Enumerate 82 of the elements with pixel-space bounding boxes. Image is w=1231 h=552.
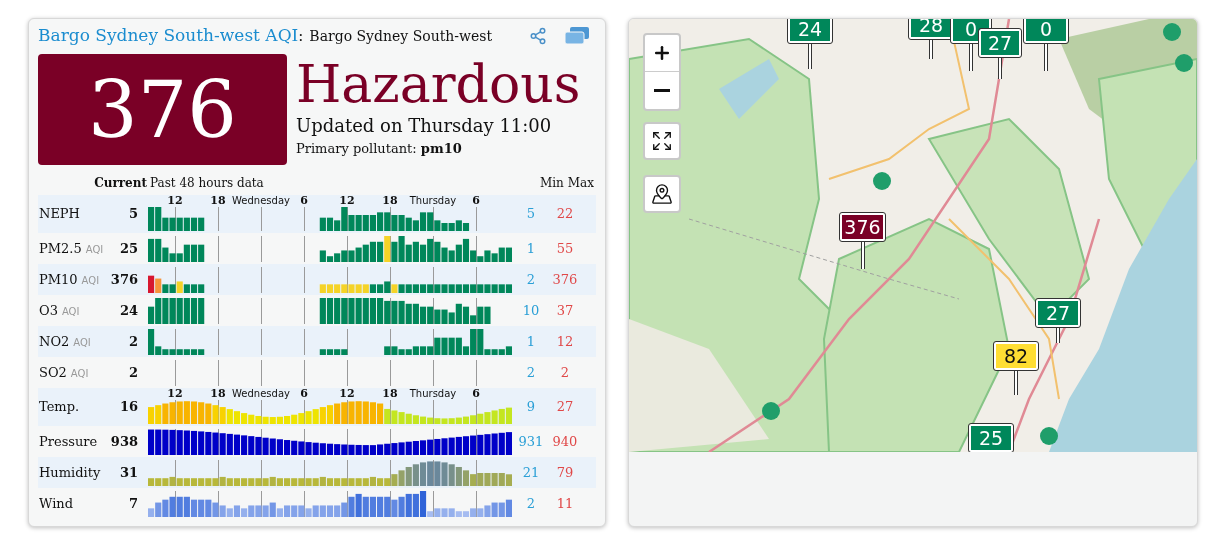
column-header: Past 48 hours data bbox=[150, 175, 264, 192]
aqi-marker[interactable]: 82 bbox=[994, 342, 1038, 370]
min-value: 931 bbox=[517, 432, 545, 451]
min-value: 2 bbox=[525, 494, 537, 513]
current-value: 2 bbox=[127, 332, 138, 351]
parameter-name: O3 AQI bbox=[38, 301, 81, 320]
min-value: 5 bbox=[525, 205, 537, 224]
zoom-out-icon bbox=[654, 89, 670, 92]
max-value: 37 bbox=[555, 301, 575, 320]
aqi-value-box: 376 bbox=[38, 54, 287, 165]
time-axis-label: 18 bbox=[382, 388, 398, 400]
column-header: Max bbox=[567, 175, 594, 192]
aqi-marker[interactable]: 24 bbox=[788, 19, 832, 43]
time-axis-label: Wednesday bbox=[232, 388, 290, 400]
max-value: 27 bbox=[555, 398, 575, 417]
time-axis-label: 6 bbox=[472, 195, 480, 207]
min-value: 9 bbox=[525, 398, 537, 417]
current-value: 5 bbox=[127, 205, 138, 224]
time-axis-label: 12 bbox=[339, 388, 355, 400]
parameter-name: Pressure bbox=[38, 432, 99, 451]
station-link[interactable]: Bargo Sydney South-west AQI bbox=[38, 23, 299, 49]
updated-time: Updated on Thursday 11:00 bbox=[296, 114, 553, 138]
max-value: 12 bbox=[555, 332, 575, 351]
parameter-name: Wind bbox=[38, 494, 74, 513]
max-value: 79 bbox=[555, 463, 575, 482]
time-axis-label: 12 bbox=[339, 195, 355, 207]
time-axis-label: 12 bbox=[167, 388, 183, 400]
time-axis-label: 6 bbox=[300, 195, 308, 207]
time-axis-label: 12 bbox=[167, 195, 183, 207]
time-axis-label: 6 bbox=[300, 388, 308, 400]
time-axis-label: 6 bbox=[472, 388, 480, 400]
max-value: 940 bbox=[551, 432, 579, 451]
aqi-marker[interactable]: 376 bbox=[840, 213, 885, 241]
current-value: 25 bbox=[118, 239, 138, 258]
max-value: 2 bbox=[559, 363, 571, 382]
parameter-name: PM10 AQI bbox=[38, 270, 101, 289]
time-axis-label: 18 bbox=[210, 195, 226, 207]
windows-icon[interactable] bbox=[564, 26, 590, 46]
parameter-name: SO2 AQI bbox=[38, 363, 90, 382]
parameter-name: NEPH bbox=[38, 205, 81, 224]
min-value: 1 bbox=[525, 332, 537, 351]
current-value: 2 bbox=[127, 363, 138, 382]
current-value: 24 bbox=[118, 301, 138, 320]
aqi-marker[interactable]: 27 bbox=[979, 29, 1021, 57]
map-pin-icon bbox=[651, 183, 673, 205]
zoom-in-icon bbox=[652, 43, 672, 63]
parameter-name: NO2 AQI bbox=[38, 332, 92, 351]
aqi-category: Hazardous bbox=[296, 54, 581, 114]
time-axis-label: Thursday bbox=[409, 388, 457, 400]
min-value: 2 bbox=[525, 270, 537, 289]
column-header: Min bbox=[539, 175, 564, 192]
min-value: 1 bbox=[525, 239, 537, 258]
share-icon[interactable] bbox=[529, 27, 547, 45]
time-axis-label: 18 bbox=[210, 388, 226, 400]
min-value: 10 bbox=[521, 301, 541, 320]
time-axis-label: Thursday bbox=[409, 195, 457, 207]
time-axis-label: 18 bbox=[382, 195, 398, 207]
current-value: 938 bbox=[109, 432, 138, 451]
max-value: 376 bbox=[551, 270, 579, 289]
max-value: 55 bbox=[555, 239, 575, 258]
current-value: 31 bbox=[118, 463, 138, 482]
max-value: 22 bbox=[555, 205, 575, 224]
fullscreen-icon bbox=[651, 130, 673, 152]
parameter-name: PM2.5 AQI bbox=[38, 239, 105, 258]
min-value: 21 bbox=[521, 463, 541, 482]
max-value: 11 bbox=[555, 494, 575, 513]
location-label: Bargo Sydney South-west bbox=[309, 26, 493, 46]
aqi-marker[interactable]: 27 bbox=[1036, 299, 1080, 327]
aqi-marker[interactable]: 25 bbox=[969, 424, 1013, 452]
parameter-name: Humidity bbox=[38, 463, 102, 482]
min-value: 2 bbox=[525, 363, 537, 382]
fullscreen-button[interactable] bbox=[643, 122, 681, 160]
primary-pollutant: Primary pollutant: pm10 bbox=[296, 140, 463, 158]
aqi-marker[interactable]: 0 bbox=[1024, 19, 1068, 43]
column-header: Current bbox=[93, 175, 147, 192]
separator: : bbox=[298, 25, 304, 47]
map-layers-button[interactable] bbox=[643, 175, 681, 213]
current-value: 16 bbox=[118, 398, 138, 417]
parameter-name: Temp. bbox=[38, 398, 81, 417]
time-axis-label: Wednesday bbox=[232, 195, 290, 207]
current-value: 7 bbox=[127, 494, 138, 513]
current-value: 376 bbox=[109, 270, 138, 289]
